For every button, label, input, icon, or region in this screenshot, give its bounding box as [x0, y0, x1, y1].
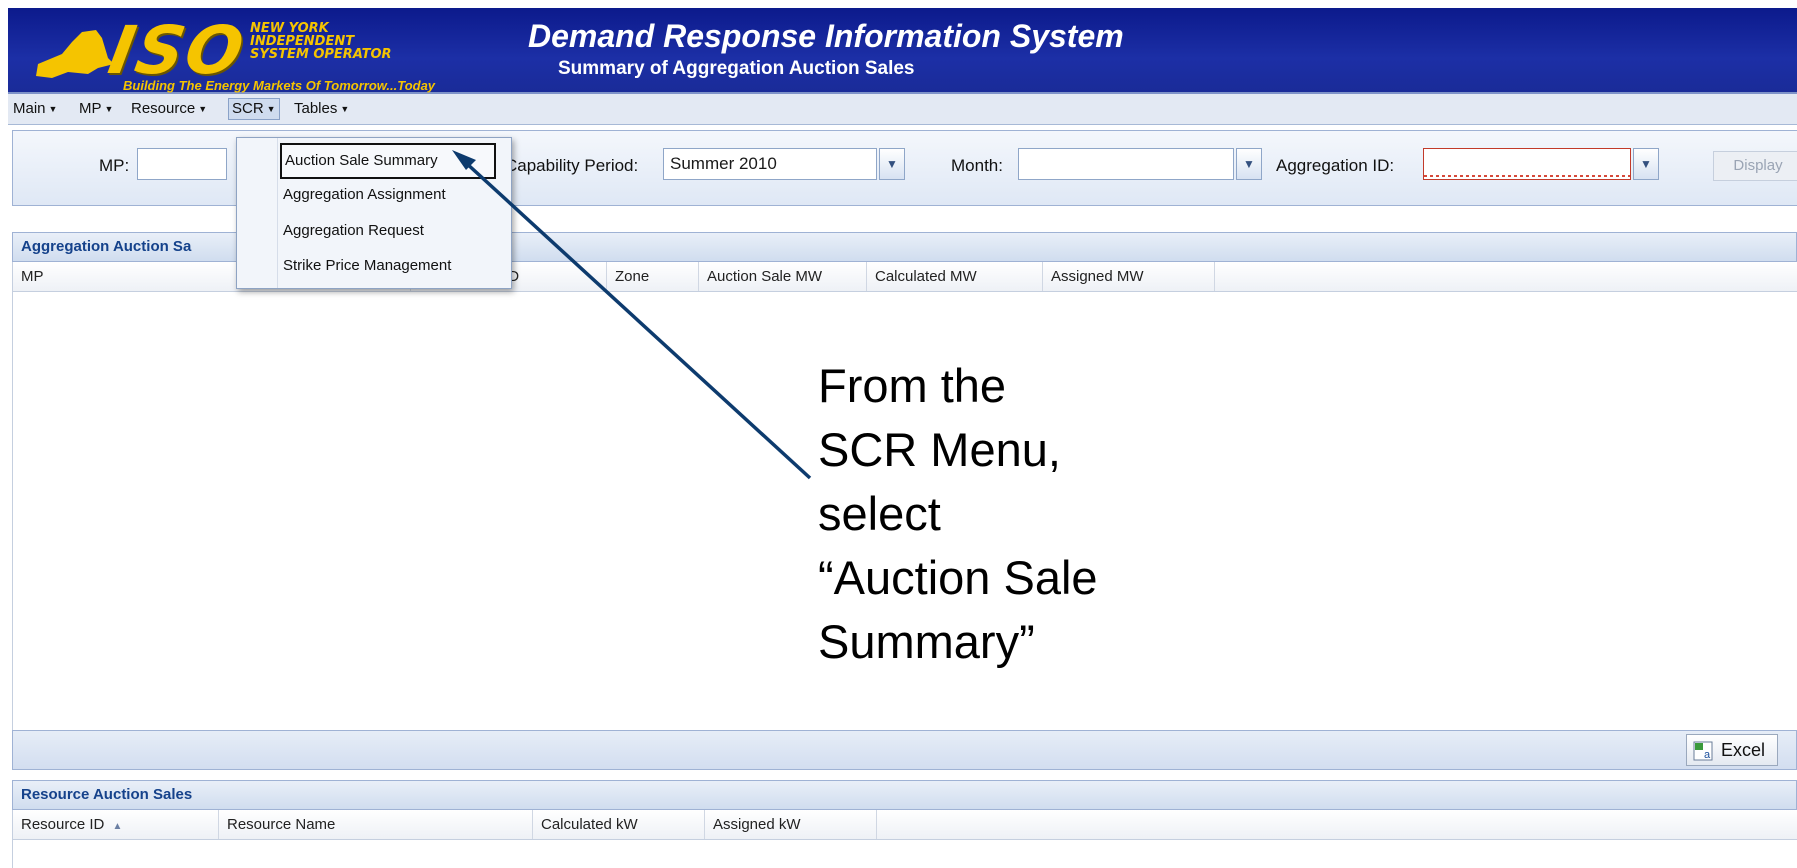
menu-resource[interactable]: Resource ▼ [128, 99, 210, 119]
new-york-state-shape-icon [36, 30, 114, 78]
app-title: Demand Response Information System [528, 18, 1124, 54]
chevron-down-icon[interactable]: ▼ [879, 148, 905, 180]
caret-down-icon: ▼ [266, 104, 276, 115]
month-label: Month: [951, 156, 1003, 175]
excel-export-button[interactable]: a Excel [1686, 734, 1778, 766]
column-header-auction-sale-mw[interactable]: Auction Sale MW [699, 262, 867, 291]
resource-grid-body[interactable] [12, 840, 1797, 868]
menu-item-strike-price-management[interactable]: Strike Price Management [237, 248, 511, 284]
aggregation-id-select[interactable] [1423, 148, 1631, 180]
column-header-resource-name[interactable]: Resource Name [219, 810, 533, 839]
chevron-down-icon[interactable]: ▼ [1633, 148, 1659, 180]
caret-down-icon: ▼ [104, 104, 114, 115]
capability-period-select[interactable]: Summer 2010 [663, 148, 877, 180]
caret-down-icon: ▼ [198, 104, 208, 115]
svg-text:a: a [1704, 749, 1711, 761]
sort-ascending-icon: ▲ [112, 821, 123, 832]
menu-main[interactable]: Main ▼ [10, 99, 60, 119]
scr-dropdown-menu: Auction Sale Summary Aggregation Assignm… [236, 137, 512, 289]
aggregation-id-label: Aggregation ID: [1276, 156, 1395, 175]
mp-label: MP: [99, 156, 130, 175]
page-subtitle: Summary of Aggregation Auction Sales [558, 58, 915, 79]
resource-panel-title: Resource Auction Sales [12, 780, 1797, 810]
month-select[interactable] [1018, 148, 1234, 180]
mp-input[interactable] [137, 148, 227, 180]
menu-item-aggregation-assignment[interactable]: Aggregation Assignment [237, 177, 511, 213]
caret-down-icon: ▼ [340, 104, 350, 115]
column-header-assigned-kw[interactable]: Assigned kW [705, 810, 877, 839]
capability-period-label: Capability Period: [505, 156, 639, 175]
logo-tagline: Building The Energy Markets Of Tomorrow.… [123, 78, 436, 93]
menu-scr[interactable]: SCR ▼ [228, 98, 280, 120]
column-header-calculated-kw[interactable]: Calculated kW [533, 810, 705, 839]
column-header-assigned-mw[interactable]: Assigned MW [1043, 262, 1215, 291]
instruction-callout: From the SCR Menu, select “Auction Sale … [818, 359, 1098, 668]
aggregation-grid-toolbar: a Excel [12, 730, 1797, 770]
app-window: ISO NEW YORK INDEPENDENT SYSTEM OPERATOR… [8, 8, 1797, 868]
chevron-down-icon[interactable]: ▼ [1236, 148, 1262, 180]
menu-mp[interactable]: MP ▼ [76, 99, 116, 119]
column-header-resource-id[interactable]: Resource ID ▲ [13, 810, 219, 839]
nyiso-logo: ISO NEW YORK INDEPENDENT SYSTEM OPERATOR… [28, 12, 508, 93]
excel-icon: a [1693, 741, 1713, 761]
menu-tables[interactable]: Tables ▼ [291, 99, 352, 119]
column-header-zone[interactable]: Zone [607, 262, 699, 291]
menu-item-aggregation-request[interactable]: Aggregation Request [237, 213, 511, 249]
column-header-calculated-mw[interactable]: Calculated MW [867, 262, 1043, 291]
menu-item-auction-sale-summary[interactable]: Auction Sale Summary [280, 143, 496, 179]
caret-down-icon: ▼ [48, 104, 58, 115]
org-name: NEW YORK INDEPENDENT SYSTEM OPERATOR [250, 21, 392, 62]
main-menu-bar: Main ▼ MP ▼ Resource ▼ SCR ▼ Tables ▼ [8, 94, 1797, 125]
display-button[interactable]: Display [1713, 151, 1797, 181]
resource-grid-header: Resource ID ▲ Resource Name Calculated k… [12, 810, 1797, 840]
header-banner: ISO NEW YORK INDEPENDENT SYSTEM OPERATOR… [8, 8, 1797, 94]
